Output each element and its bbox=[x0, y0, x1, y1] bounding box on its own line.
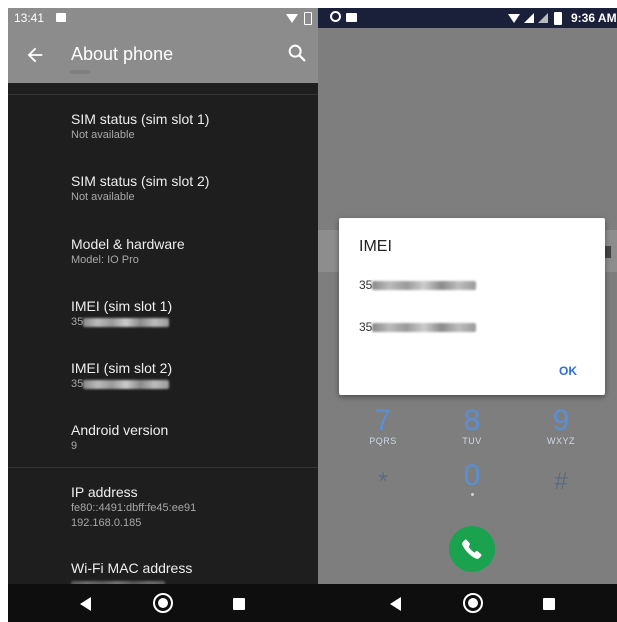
redacted-value bbox=[83, 317, 170, 327]
key-digit: # bbox=[554, 468, 568, 495]
item-subtitle: Not available bbox=[71, 191, 135, 203]
nav-back-icon[interactable] bbox=[390, 597, 401, 611]
item-subtitle: fe80::4491:dbff:fe45:ee91 192.168.0.185 bbox=[71, 502, 197, 529]
item-subtitle: 9 bbox=[71, 440, 78, 452]
imei-value: 35 bbox=[71, 378, 84, 390]
ok-button[interactable]: OK bbox=[559, 364, 577, 378]
status-time: 9:36 AM bbox=[571, 11, 617, 25]
back-arrow-icon[interactable] bbox=[24, 42, 46, 68]
call-button[interactable] bbox=[449, 526, 495, 572]
search-icon[interactable] bbox=[286, 42, 308, 64]
settings-screen: 13:41 About phone SIM status (sim slot 1… bbox=[8, 8, 318, 622]
divider bbox=[8, 94, 318, 95]
item-title: IMEI (sim slot 2) bbox=[71, 360, 173, 376]
navigation-bar bbox=[318, 584, 617, 622]
divider bbox=[8, 467, 318, 468]
key-9[interactable]: 9 WXYZ bbox=[536, 404, 586, 447]
plus-dot bbox=[470, 493, 474, 496]
key-letters: WXYZ bbox=[547, 436, 575, 446]
imei-value: 35 bbox=[359, 278, 373, 292]
key-digit: 9 bbox=[552, 404, 570, 437]
status-bar: 9:36 AM bbox=[318, 8, 617, 28]
key-digit: 0 bbox=[463, 459, 481, 492]
nav-home-icon[interactable] bbox=[153, 593, 173, 613]
key-letters: PQRS bbox=[369, 436, 397, 446]
nav-recents-icon[interactable] bbox=[543, 598, 555, 610]
item-subtitle: Not available bbox=[71, 129, 135, 141]
sim-status-slot-2[interactable]: SIM status (sim slot 2) Not available bbox=[71, 172, 311, 205]
imei-value: 35 bbox=[359, 320, 373, 334]
item-title: SIM status (sim slot 2) bbox=[71, 173, 210, 189]
battery-icon bbox=[304, 12, 312, 25]
item-title: SIM status (sim slot 1) bbox=[71, 111, 210, 127]
clipped-item bbox=[70, 70, 90, 74]
status-time: 13:41 bbox=[14, 11, 45, 25]
item-title: Wi-Fi MAC address bbox=[71, 560, 193, 576]
redacted-value bbox=[372, 323, 477, 333]
key-digit: * bbox=[378, 468, 388, 495]
page-title: About phone bbox=[71, 44, 174, 64]
image-notification-icon bbox=[346, 13, 357, 22]
key-digit: 8 bbox=[463, 404, 481, 437]
ip-address[interactable]: IP address fe80::4491:dbff:fe45:ee91 192… bbox=[71, 483, 311, 531]
key-7[interactable]: 7 PQRS bbox=[358, 404, 408, 447]
redacted-value bbox=[372, 281, 477, 291]
battery-icon bbox=[554, 12, 562, 25]
signal-icon bbox=[524, 13, 534, 23]
redacted-value bbox=[83, 379, 170, 389]
imei-line-1: 35 bbox=[359, 278, 477, 292]
imei-line-2: 35 bbox=[359, 320, 477, 334]
phone-icon bbox=[462, 539, 482, 559]
item-subtitle: Model: IO Pro bbox=[71, 254, 139, 266]
sim-status-slot-1[interactable]: SIM status (sim slot 1) Not available bbox=[71, 110, 311, 143]
android-version[interactable]: Android version 9 bbox=[71, 421, 311, 454]
nav-home-icon[interactable] bbox=[463, 593, 483, 613]
item-title: IP address bbox=[71, 484, 138, 500]
key-8[interactable]: 8 TUV bbox=[447, 404, 497, 447]
wifi-icon bbox=[286, 14, 298, 23]
navigation-bar bbox=[8, 584, 318, 622]
key-digit: 7 bbox=[374, 404, 392, 437]
imei-slot-1[interactable]: IMEI (sim slot 1) 35 bbox=[71, 297, 311, 330]
key-letters: TUV bbox=[462, 436, 482, 446]
key-0[interactable]: 0 bbox=[447, 461, 497, 496]
item-title: Android version bbox=[71, 422, 169, 438]
imei-value: 35 bbox=[71, 316, 84, 328]
item-title: IMEI (sim slot 1) bbox=[71, 298, 173, 314]
model-hardware[interactable]: Model & hardware Model: IO Pro bbox=[71, 235, 311, 268]
clock-icon bbox=[330, 11, 341, 22]
key-hash[interactable]: # bbox=[536, 467, 586, 497]
wifi-icon bbox=[508, 14, 520, 23]
imei-slot-2[interactable]: IMEI (sim slot 2) 35 bbox=[71, 359, 311, 392]
status-bar: 13:41 bbox=[8, 8, 318, 28]
key-star[interactable]: * bbox=[358, 467, 408, 497]
signal-empty-icon bbox=[538, 13, 548, 23]
dialer-screen: 9:36 AM 7 PQRS 8 TUV 9 WXYZ * 0 # IMEI 3… bbox=[318, 8, 617, 622]
nav-back-icon[interactable] bbox=[80, 597, 91, 611]
app-bar: About phone bbox=[8, 28, 318, 83]
dialog-title: IMEI bbox=[359, 238, 392, 255]
notification-icon bbox=[56, 13, 66, 22]
nav-recents-icon[interactable] bbox=[233, 598, 245, 610]
item-title: Model & hardware bbox=[71, 236, 185, 252]
imei-dialog: IMEI 35 35 OK bbox=[339, 218, 605, 395]
